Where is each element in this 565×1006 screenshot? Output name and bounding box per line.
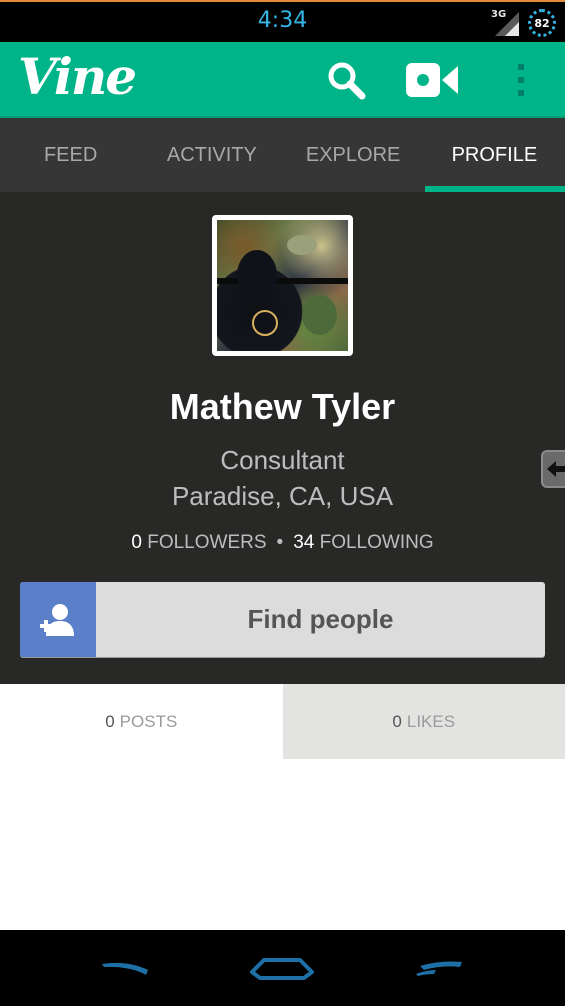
tab-activity[interactable]: ACTIVITY: [141, 118, 282, 192]
search-button[interactable]: [325, 60, 367, 100]
status-clock: 4:34: [257, 8, 308, 33]
system-nav-bar: [0, 930, 565, 1006]
profile-description: Consultant: [220, 445, 345, 475]
likes-label: LIKES: [406, 711, 456, 731]
overflow-menu-icon: [518, 64, 524, 96]
posts-label: POSTS: [119, 711, 178, 731]
back-button[interactable]: [100, 954, 152, 984]
app-bar: Vine: [0, 42, 565, 118]
tab-likes[interactable]: 0 LIKES: [282, 684, 565, 759]
following-count: 34: [293, 532, 315, 553]
posts-count: 0: [105, 711, 115, 731]
separator-dot: •: [276, 532, 284, 553]
tab-profile[interactable]: PROFILE: [424, 118, 565, 192]
find-people-icon-box: [20, 582, 96, 657]
add-person-icon: [40, 603, 74, 636]
follow-stats: 0 FOLLOWERS • 34 FOLLOWING: [0, 532, 565, 554]
followers-link[interactable]: 0 FOLLOWERS: [131, 532, 266, 553]
following-link[interactable]: 34 FOLLOWING: [293, 532, 433, 553]
recent-apps-icon: [416, 961, 462, 976]
tab-posts[interactable]: 0 POSTS: [0, 684, 283, 759]
signal-indicator: 3G: [491, 9, 521, 36]
signal-icon: [495, 12, 519, 36]
avatar[interactable]: [212, 215, 353, 356]
arrow-left-icon: [547, 461, 565, 477]
record-video-button[interactable]: [405, 60, 461, 100]
vine-logo: Vine: [18, 47, 137, 106]
tab-explore[interactable]: EXPLORE: [283, 118, 424, 192]
tab-feed[interactable]: FEED: [0, 118, 141, 192]
profile-location: Paradise, CA, USA: [171, 481, 394, 511]
main-tabs: FEED ACTIVITY EXPLORE PROFILE: [0, 118, 565, 192]
followers-label: FOLLOWERS: [147, 532, 267, 553]
home-button[interactable]: [248, 954, 316, 984]
side-drawer-handle[interactable]: [541, 450, 565, 488]
following-label: FOLLOWING: [319, 532, 434, 553]
overflow-menu-button[interactable]: [505, 60, 537, 100]
avatar-image: [217, 220, 348, 351]
battery-level: 82: [534, 16, 550, 30]
video-camera-icon: [406, 63, 458, 97]
home-icon: [250, 958, 314, 980]
profile-header: Mathew Tyler Consultant Paradise, CA, US…: [0, 192, 565, 684]
find-people-button[interactable]: Find people: [20, 582, 545, 657]
status-bar: 4:34 3G 82: [0, 0, 565, 42]
back-icon: [102, 962, 148, 975]
profile-content-tabs: 0 POSTS 0 LIKES: [0, 684, 565, 759]
recent-apps-button[interactable]: [414, 954, 466, 984]
search-icon: [328, 62, 366, 100]
profile-name: Mathew Tyler: [169, 386, 396, 427]
find-people-label: Find people: [247, 604, 394, 634]
likes-count: 0: [392, 711, 402, 731]
posts-list: [0, 759, 565, 930]
battery-icon: 82: [528, 9, 556, 37]
followers-count: 0: [131, 532, 142, 553]
